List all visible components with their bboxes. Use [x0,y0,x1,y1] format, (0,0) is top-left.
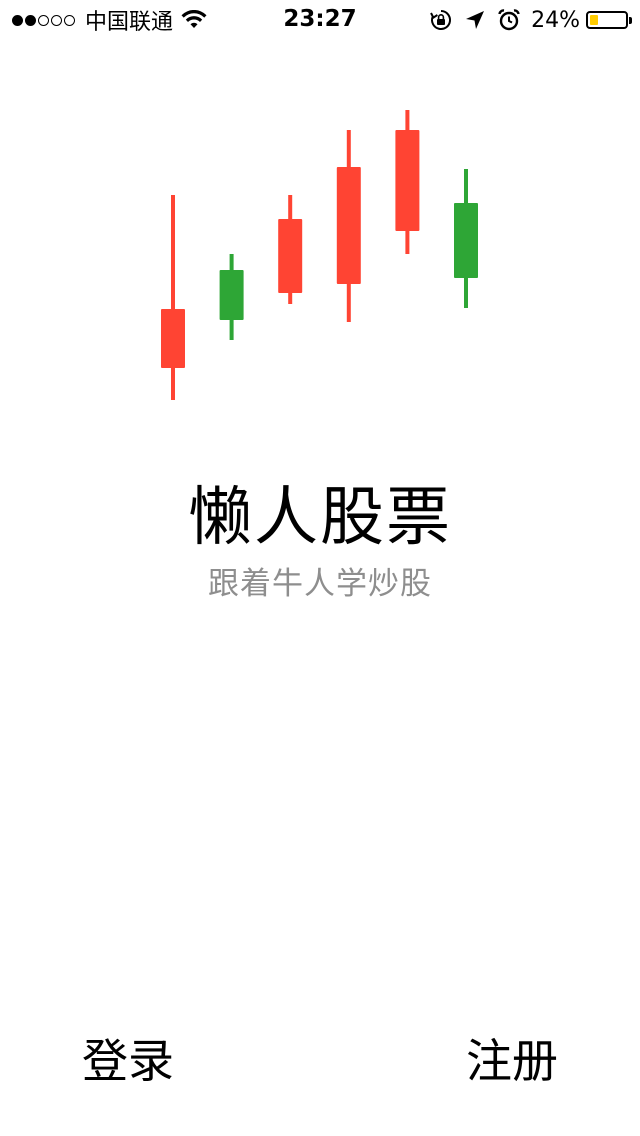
logo-candle-body [454,203,478,278]
status-bar: 中国联通 23:27 24% [0,0,640,40]
orientation-lock-icon [430,10,452,30]
welcome-screen: 中国联通 23:27 24% 懒人股票 跟着牛人学炒股 登录 注册 [0,0,640,1136]
app-logo-candlestick [161,110,478,400]
logo-candle-body [161,309,185,368]
logo-candle-wick [171,195,175,400]
status-bar-right: 24% [429,6,632,34]
app-title: 懒人股票 [188,481,452,555]
battery-icon [586,11,632,29]
logo-candle [336,130,361,322]
app-subtitle: 跟着牛人学炒股 [208,566,432,602]
logo-candle [219,254,244,340]
logo-candle [278,195,303,304]
logo-candle-body [336,167,361,284]
location-arrow-icon [466,11,485,29]
logo-candle-body [395,130,420,231]
logo-candle-body [278,219,303,293]
battery-cap [629,17,632,24]
battery-percentage: 24% [531,7,580,33]
logo-candle [454,169,478,308]
logo-candle [395,110,420,254]
battery-fill [590,15,598,25]
register-button[interactable]: 注册 [437,1026,587,1090]
logo-candle-body [219,270,244,320]
alarm-icon [498,9,520,31]
logo-candle [161,195,185,400]
login-button[interactable]: 登录 [53,1026,203,1090]
